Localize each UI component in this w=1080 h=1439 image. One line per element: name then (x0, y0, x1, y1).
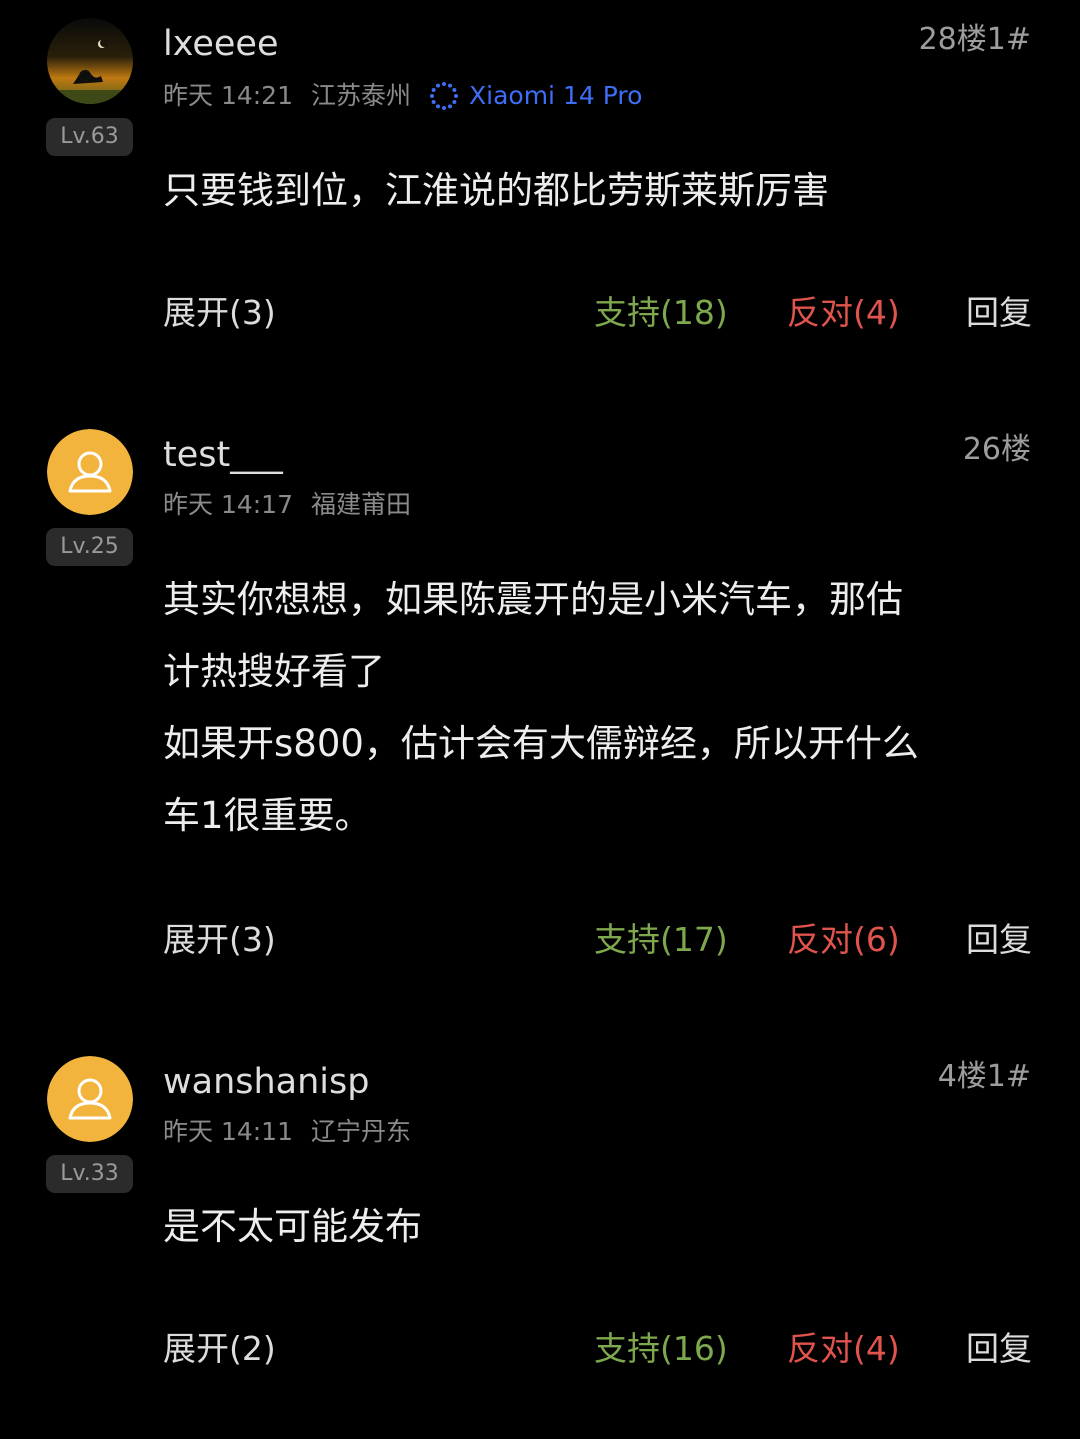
default-user-icon (47, 1056, 133, 1142)
expand-replies-button[interactable]: 展开(3) (163, 918, 276, 962)
comment-location: 福建莆田 (311, 490, 412, 519)
comment-location: 江苏泰州 (311, 81, 412, 110)
comment-location: 辽宁丹东 (311, 1117, 412, 1146)
avatar[interactable] (47, 1056, 133, 1142)
floor-number: 4楼1# (937, 1059, 1031, 1094)
user-level-badge: Lv.25 (46, 528, 133, 566)
comment-text-line: 其实你想想，如果陈震开的是小米汽车，那估 (163, 578, 903, 621)
device-name: Xiaomi 14 Pro (469, 81, 643, 110)
comment-text-line: 如果开s800，估计会有大儒辩经，所以开什么 (163, 722, 919, 765)
reply-button[interactable]: 回复 (966, 1327, 1032, 1371)
comment-time: 昨天 14:11 (163, 1117, 293, 1146)
comment-meta: 昨天 14:21 江苏泰州 Xiaomi 14 Pro (163, 79, 642, 113)
username[interactable]: test___ (163, 433, 283, 477)
support-button[interactable]: 支持(18) (594, 291, 728, 335)
comment-content: 只要钱到位，江淮说的都比劳斯莱斯厉害 (163, 155, 1043, 227)
oppose-button[interactable]: 反对(4) (787, 1327, 900, 1371)
floor-number: 28楼1# (918, 22, 1031, 57)
default-user-icon (47, 429, 133, 515)
username[interactable]: lxeeee (163, 22, 279, 66)
comment-time: 昨天 14:21 (163, 81, 293, 110)
oppose-button[interactable]: 反对(4) (787, 291, 900, 335)
device-label: Xiaomi 14 Pro (429, 79, 642, 113)
user-photo-icon (47, 18, 133, 104)
comment-meta: 昨天 14:11 辽宁丹东 (163, 1115, 429, 1149)
expand-replies-button[interactable]: 展开(2) (163, 1327, 276, 1371)
comment-content: 其实你想想，如果陈震开的是小米汽车，那估 计热搜好看了 如果开s800，估计会有… (163, 564, 1043, 852)
comment-text-line: 是不太可能发布 (163, 1205, 422, 1248)
username[interactable]: wanshanisp (163, 1060, 369, 1104)
device-badge-icon (430, 82, 459, 110)
comment-text-line: 只要钱到位，江淮说的都比劳斯莱斯厉害 (163, 169, 829, 212)
expand-replies-button[interactable]: 展开(3) (163, 291, 276, 335)
user-level-badge: Lv.33 (46, 1155, 133, 1193)
user-level-badge: Lv.63 (46, 118, 133, 156)
comment-item: Lv.63 lxeeee 28楼1# 昨天 14:21 江苏泰州 Xiaomi … (0, 0, 1080, 400)
comment-content: 是不太可能发布 (163, 1191, 1043, 1263)
oppose-button[interactable]: 反对(6) (787, 918, 900, 962)
comment-text-line: 车1很重要。 (163, 794, 372, 837)
avatar[interactable] (47, 18, 133, 104)
comment-time: 昨天 14:17 (163, 490, 293, 519)
reply-button[interactable]: 回复 (966, 918, 1032, 962)
comment-text-line: 计热搜好看了 (163, 650, 385, 693)
support-button[interactable]: 支持(17) (594, 918, 728, 962)
comment-meta: 昨天 14:17 福建莆田 (163, 488, 429, 522)
avatar[interactable] (47, 429, 133, 515)
reply-button[interactable]: 回复 (966, 291, 1032, 335)
floor-number: 26楼 (962, 432, 1031, 467)
support-button[interactable]: 支持(16) (594, 1327, 728, 1371)
